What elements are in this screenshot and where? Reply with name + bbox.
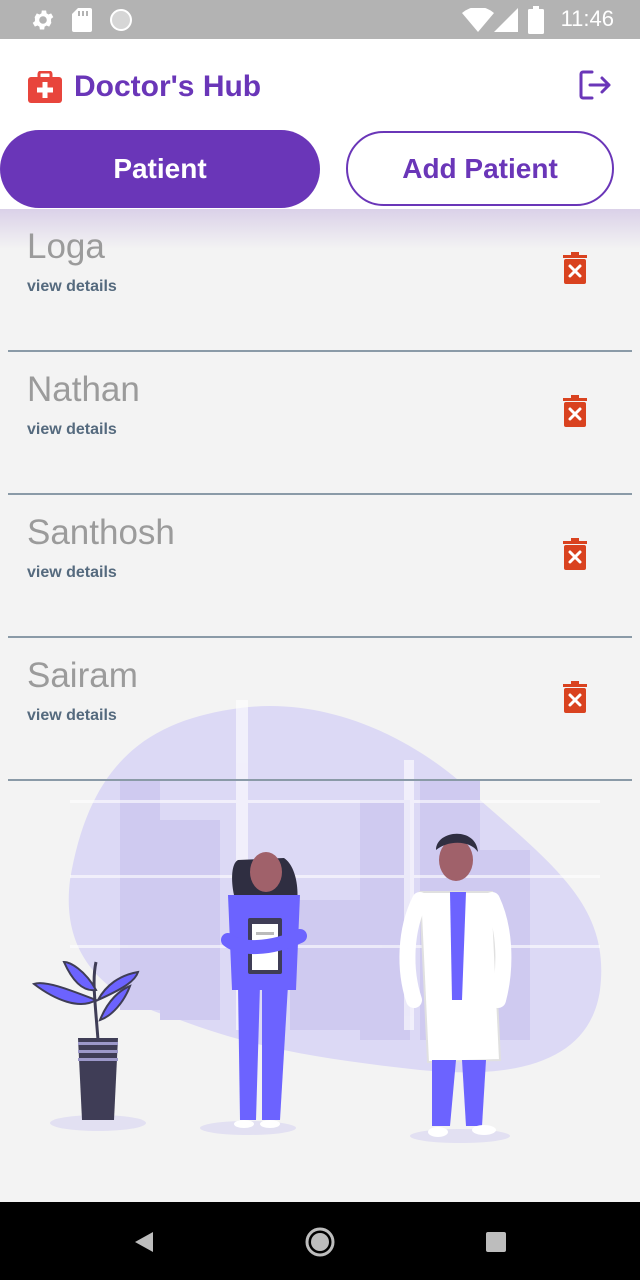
- settings-icon: [32, 10, 54, 30]
- brand: Doctor's Hub: [28, 69, 261, 105]
- home-icon[interactable]: [305, 1227, 335, 1257]
- patient-list-item: Nathan view details: [0, 352, 640, 495]
- delete-icon[interactable]: [563, 538, 587, 570]
- patient-list-item: Sairam view details: [0, 638, 640, 781]
- divider: [8, 779, 632, 781]
- view-details-link[interactable]: view details: [27, 421, 117, 439]
- system-nav-bar: [0, 1202, 640, 1280]
- patient-name: Nathan: [27, 370, 140, 409]
- potted-plant: [31, 960, 146, 1131]
- patient-name: Sairam: [27, 656, 138, 695]
- patient-list-item: Loga view details: [0, 209, 640, 352]
- view-details-link[interactable]: view details: [27, 564, 117, 582]
- status-bar: 11:46: [0, 0, 640, 39]
- battery-icon: [528, 6, 544, 34]
- back-icon[interactable]: [133, 1230, 155, 1254]
- delete-icon[interactable]: [563, 252, 587, 284]
- sd-card-icon: [72, 8, 92, 32]
- patient-tab-button[interactable]: Patient: [0, 130, 320, 208]
- circle-icon: [110, 9, 132, 31]
- medical-kit-icon: [28, 71, 62, 103]
- status-time: 11:46: [560, 6, 614, 31]
- patient-list-item: Santhosh view details: [0, 495, 640, 638]
- view-details-link[interactable]: view details: [27, 707, 117, 725]
- patient-list: Loga view details Nathan view details Sa…: [0, 209, 640, 781]
- delete-icon[interactable]: [563, 395, 587, 427]
- view-details-link[interactable]: view details: [27, 278, 117, 296]
- recents-icon[interactable]: [485, 1231, 507, 1253]
- logout-icon[interactable]: [578, 68, 612, 102]
- app-header: Doctor's Hub Patient Add Patient: [0, 39, 640, 209]
- wifi-icon: [462, 8, 494, 32]
- patient-name: Santhosh: [27, 513, 175, 552]
- app-title: Doctor's Hub: [74, 70, 262, 103]
- delete-icon[interactable]: [563, 681, 587, 713]
- add-patient-button[interactable]: Add Patient: [346, 131, 614, 206]
- patient-name: Loga: [27, 227, 105, 266]
- signal-icon: [494, 8, 518, 32]
